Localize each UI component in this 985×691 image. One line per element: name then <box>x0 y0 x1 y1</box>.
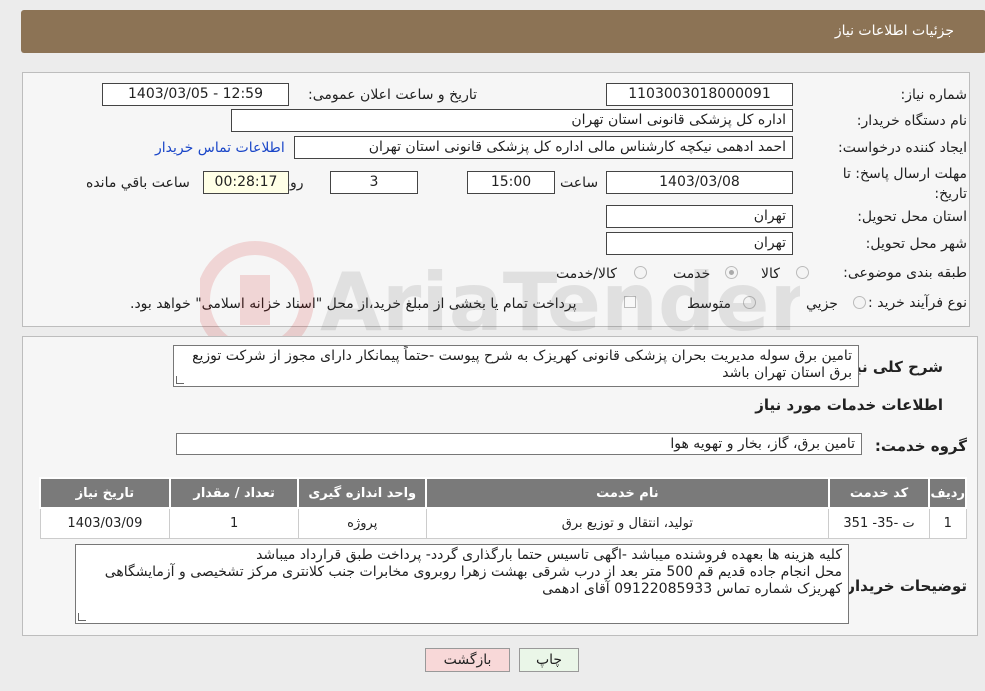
buyer-notes-textarea[interactable]: کلیه هزینه ها بعهده فروشنده میباشد -اگهی… <box>75 544 849 624</box>
remaining-time-field: 00:28:17 <box>203 171 289 194</box>
col-row: ردیف <box>928 477 967 509</box>
treasury-payment-note: پرداخت تمام یا بخشی از مبلغ خرید،از محل … <box>130 296 577 312</box>
table-header-row: تاریخ نیاز تعداد / مقدار واحد اندازه گیر… <box>39 477 967 509</box>
cell-row: 1 <box>928 507 967 539</box>
treasury-payment-checkbox[interactable] <box>624 296 636 308</box>
services-table: تاریخ نیاز تعداد / مقدار واحد اندازه گیر… <box>39 477 967 539</box>
category-option-service-label: خدمت <box>673 266 711 282</box>
buyer-notes-label: توضیحات خریدار: <box>840 577 967 595</box>
services-section-title: اطلاعات خدمات مورد نیاز <box>755 396 943 414</box>
col-unit: واحد اندازه گیری <box>297 477 428 509</box>
province-label: استان محل تحویل: <box>857 209 967 225</box>
category-option-both-label: کالا/خدمت <box>556 266 617 282</box>
need-number-label: شماره نیاز: <box>900 87 968 103</box>
page-title: جزئیات اطلاعات نیاز <box>834 23 954 39</box>
buyer-org-label: نام دستگاه خریدار: <box>856 113 967 129</box>
category-option-goods-label: کالا <box>761 266 780 282</box>
col-need-date: تاریخ نیاز <box>39 477 171 509</box>
cell-quantity: 1 <box>169 507 299 539</box>
requester-field: احمد ادهمی نیکچه کارشناس مالی اداره کل پ… <box>294 136 793 159</box>
buyer-notes-line-1: کلیه هزینه ها بعهده فروشنده میباشد -اگهی… <box>256 547 842 563</box>
city-label: شهر محل تحویل: <box>865 236 967 252</box>
service-group-field: تامین برق، گاز، بخار و تهویه هوا <box>176 433 862 455</box>
purchase-type-medium-radio[interactable] <box>743 296 756 309</box>
deadline-date-field: 1403/03/08 <box>606 171 793 194</box>
announce-datetime-field: 1403/03/05 - 12:59 <box>102 83 289 106</box>
cell-unit: پروژه <box>297 507 427 539</box>
category-label: طبقه بندی موضوعی: <box>843 265 967 281</box>
back-button[interactable]: بازگشت <box>425 648 510 672</box>
province-field: تهران <box>606 205 793 228</box>
page-header: جزئیات اطلاعات نیاز <box>21 10 985 53</box>
cell-need-date: 1403/03/09 <box>39 507 171 539</box>
cell-service-code: ت -35- 351 <box>828 507 930 539</box>
category-option-goods-radio[interactable] <box>796 266 809 279</box>
buyer-org-field: اداره کل پزشکی قانونی استان تهران <box>231 109 793 132</box>
buyer-contact-link[interactable]: اطلاعات تماس خریدار <box>155 140 285 156</box>
remaining-label: ساعت باقي مانده <box>86 175 190 191</box>
purchase-type-minor-label: جزیي <box>806 296 838 312</box>
print-button[interactable]: چاپ <box>519 648 579 672</box>
city-field: تهران <box>606 232 793 255</box>
deadline-label: مهلت ارسال پاسخ: تا تاریخ: <box>842 166 967 202</box>
resize-handle-icon[interactable] <box>176 376 184 384</box>
category-option-both-radio[interactable] <box>634 266 647 279</box>
col-service-code: کد خدمت <box>827 477 931 509</box>
cell-service-name: تولید، انتقال و توزیع برق <box>425 507 830 539</box>
service-group-label: گروه خدمت: <box>874 437 967 455</box>
deadline-days-field: 3 <box>330 171 418 194</box>
deadline-time-field: 15:00 <box>467 171 555 194</box>
table-row: 1403/03/09 1 پروژه تولید، انتقال و توزیع… <box>39 507 967 539</box>
purchase-type-medium-label: متوسط <box>687 296 731 312</box>
resize-handle-icon[interactable] <box>78 613 86 621</box>
buyer-notes-line-2: محل انجام جاده قدیم قم 500 متر بعد از در… <box>104 564 842 597</box>
category-option-service-radio[interactable] <box>725 266 738 279</box>
requester-label: ایجاد کننده درخواست: <box>838 140 967 156</box>
description-textarea[interactable]: تامین برق سوله مدیریت بحران پزشکی قانونی… <box>173 345 859 387</box>
announce-datetime-label: تاریخ و ساعت اعلان عمومی: <box>308 87 477 103</box>
purchase-type-minor-radio[interactable] <box>853 296 866 309</box>
deadline-time-label: ساعت <box>560 175 599 191</box>
purchase-type-label: نوع فرآیند خرید : <box>868 295 967 311</box>
need-number-field: 1103003018000091 <box>606 83 793 106</box>
col-quantity: تعداد / مقدار <box>168 477 300 509</box>
col-service-name: نام خدمت <box>425 477 830 509</box>
description-text: تامین برق سوله مدیریت بحران پزشکی قانونی… <box>192 348 852 381</box>
